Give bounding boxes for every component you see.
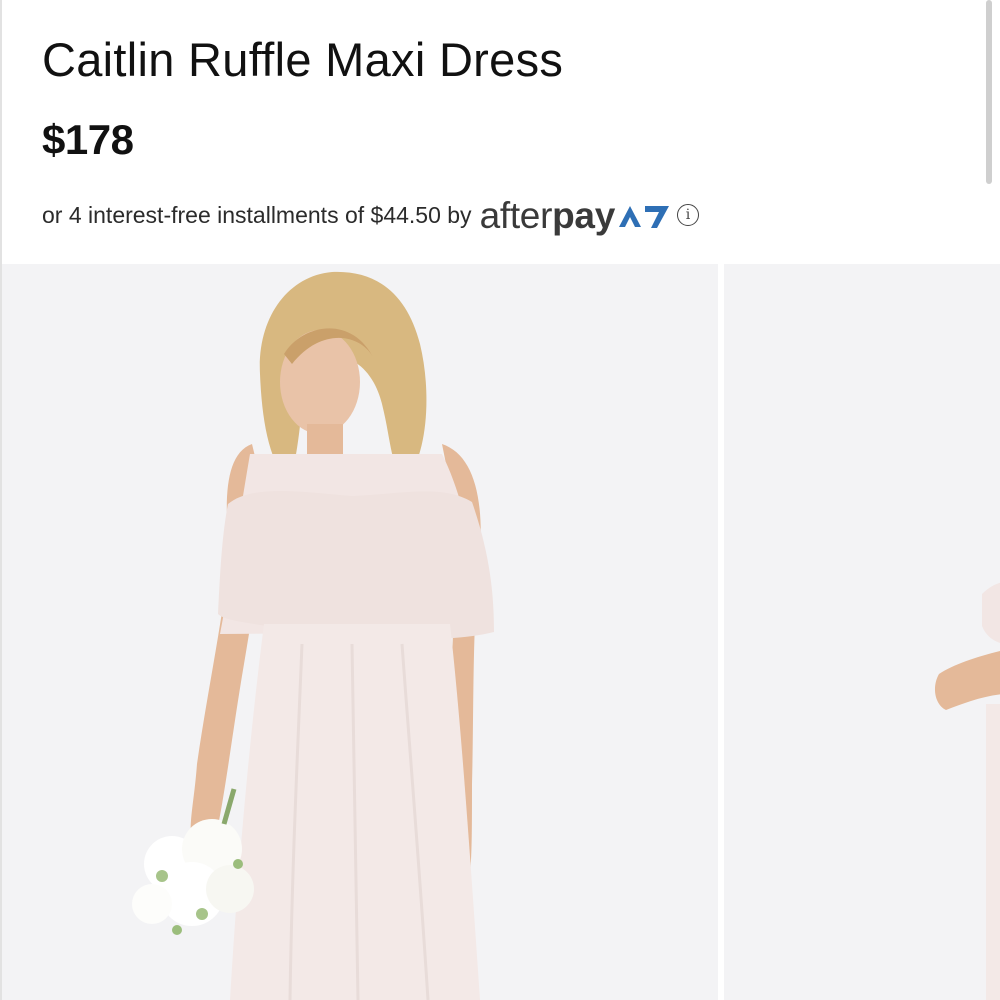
info-circle-icon[interactable]: i: [676, 204, 699, 226]
product-gallery[interactable]: [2, 264, 1000, 1000]
product-photo-main[interactable]: [2, 264, 718, 1000]
product-photo-secondary[interactable]: [724, 264, 1000, 1000]
model-illustration-secondary: [724, 264, 1000, 1000]
model-illustration: [2, 264, 718, 1000]
afterpay-installments: or 4 interest-free installments of $44.5…: [42, 190, 699, 240]
afterpay-logo[interactable]: after pay: [480, 195, 671, 237]
afterpay-logo-after: after: [479, 195, 553, 236]
afterpay-text: or 4 interest-free installments of $44.5…: [42, 201, 472, 228]
product-price: $178: [42, 116, 134, 163]
afterpay-arrows-icon: [618, 206, 669, 228]
afterpay-logo-pay: pay: [552, 195, 615, 236]
scrollbar-thumb[interactable]: [986, 0, 992, 184]
product-title: Caitlin Ruffle Maxi Dress: [42, 33, 564, 86]
